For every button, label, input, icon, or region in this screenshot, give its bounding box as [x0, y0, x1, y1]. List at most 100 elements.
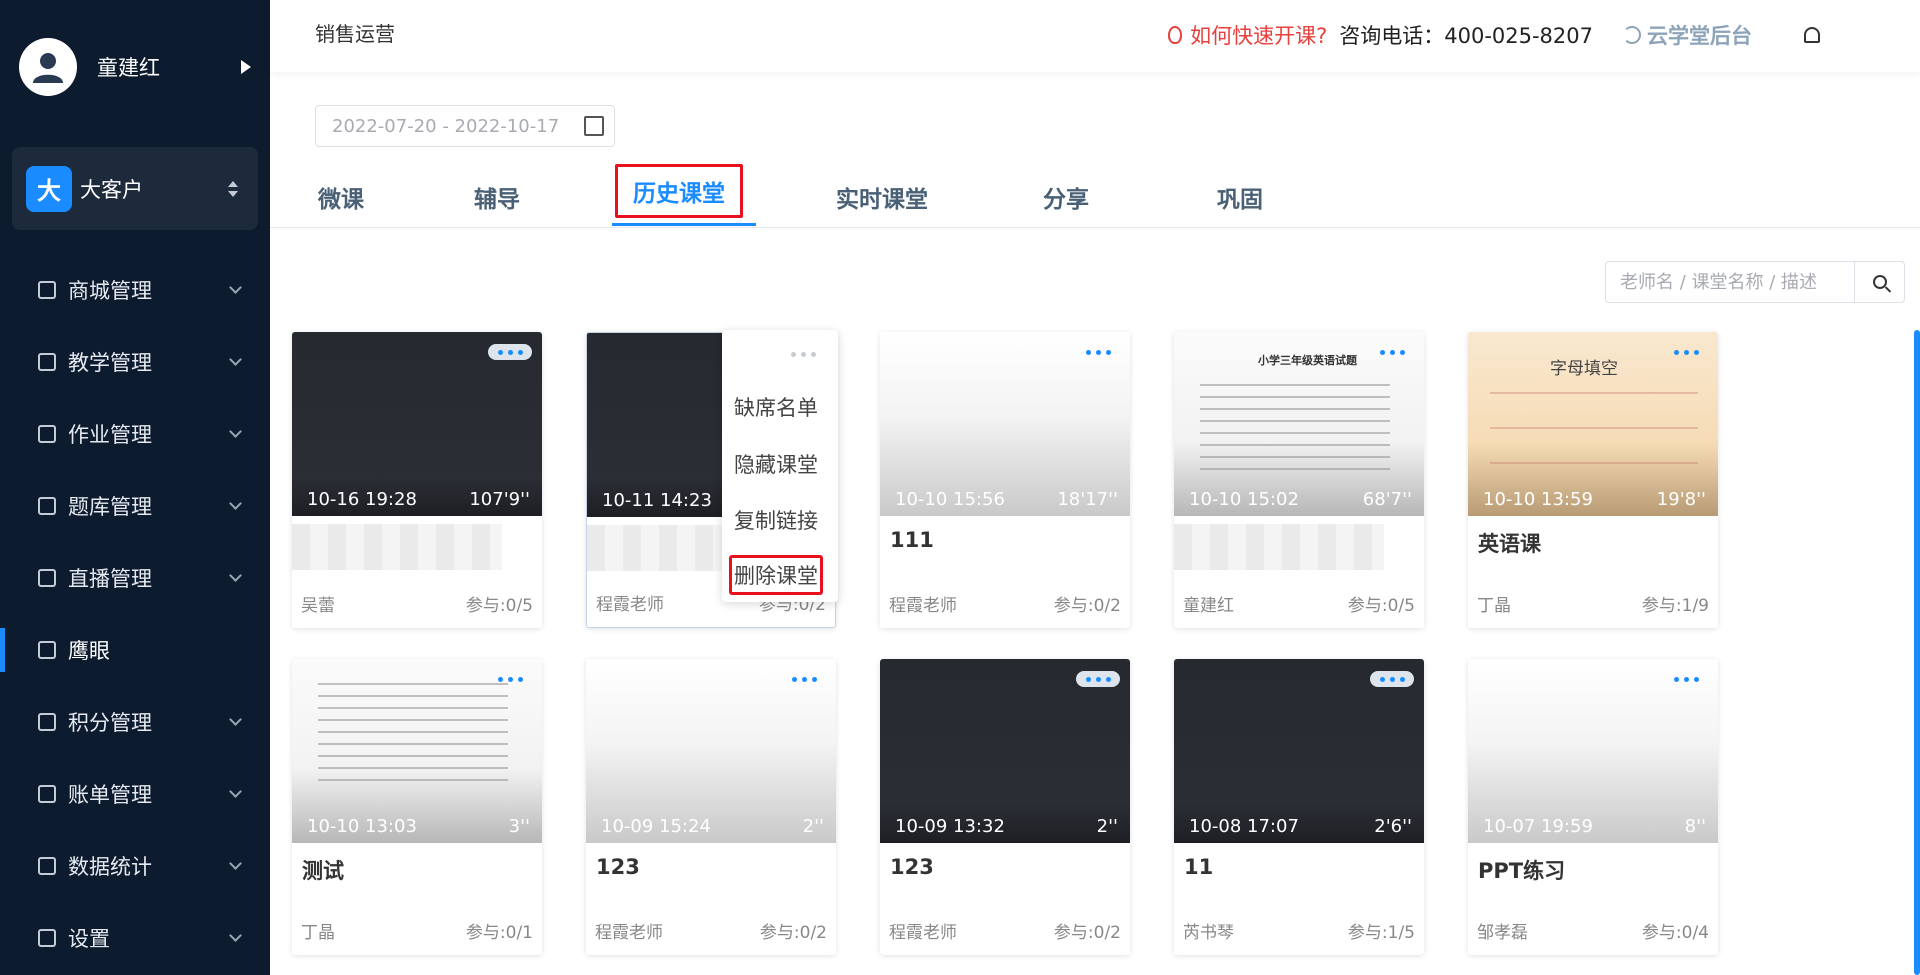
class-teacher: 邹孝磊: [1477, 923, 1528, 943]
class-teacher: 吴蕾: [301, 596, 335, 616]
class-thumbnail: 10-09 13:32 2'': [880, 659, 1130, 843]
class-card[interactable]: 10-16 19:28 107'9'' 吴蕾 参与:0/5: [292, 332, 542, 628]
sidebar-item-settings[interactable]: 设置: [0, 902, 270, 974]
quick-start-link[interactable]: 如何快速开课?: [1168, 20, 1327, 50]
settings-icon: [38, 929, 56, 947]
class-thumbnail: 10-10 13:03 3'': [292, 659, 542, 843]
class-thumbnail: 10-09 15:24 2'': [586, 659, 836, 843]
class-card[interactable]: 10-09 15:24 2'' 123 程霞老师 参与:0/2: [586, 659, 836, 955]
class-card[interactable]: 10-08 17:07 2'6'' 11 芮书琴 参与:1/5: [1174, 659, 1424, 955]
class-participants: 参与:0/2: [1053, 923, 1121, 943]
class-participants: 参与:0/4: [1641, 923, 1709, 943]
menu-item-hide-class[interactable]: 隐藏课堂: [734, 449, 818, 479]
sort-updown-icon: [228, 180, 238, 197]
tab-bar: 微课 辅导 历史课堂 实时课堂 分享 巩固: [270, 164, 1920, 228]
tab-micro-lesson[interactable]: 微课: [300, 176, 382, 218]
kids-heading: 字母填空: [1550, 359, 1618, 379]
class-card[interactable]: 10-10 13:03 3'' 测试 丁晶 参与:0/1: [292, 659, 542, 955]
search-input[interactable]: [1620, 271, 1850, 293]
class-duration: 2'': [1096, 816, 1118, 837]
class-card[interactable]: 10-09 13:32 2'' 123 程霞老师 参与:0/2: [880, 659, 1130, 955]
more-options-button[interactable]: [1370, 671, 1414, 687]
class-thumbnail: 字母填空 10-10 13:59 19'8'': [1468, 332, 1718, 516]
bill-icon: [38, 785, 56, 803]
tab-history-class[interactable]: 历史课堂: [615, 164, 743, 218]
chevron-down-icon: [229, 424, 242, 438]
sidebar-item-label: 鹰眼: [68, 639, 110, 663]
class-participants: 参与:0/1: [465, 923, 533, 943]
more-options-button[interactable]: [1076, 344, 1120, 360]
class-card[interactable]: 10-10 15:56 18'17'' 111 程霞老师 参与:0/2: [880, 332, 1130, 628]
class-card[interactable]: 10-07 19:59 8'' PPT练习 邹孝磊 参与:0/4: [1468, 659, 1718, 955]
class-date: 10-16 19:28: [307, 489, 417, 510]
class-title: 123: [596, 855, 640, 879]
class-duration: 2'6'': [1374, 816, 1412, 837]
chevron-down-icon: [229, 352, 242, 366]
more-options-button[interactable]: [1664, 671, 1708, 687]
more-options-button[interactable]: [1076, 671, 1120, 687]
menu-item-absent-list[interactable]: 缺席名单: [734, 392, 818, 422]
page-title: 销售运营: [315, 22, 395, 46]
class-teacher: 丁晶: [1477, 596, 1511, 616]
sidebar-item-statistics[interactable]: 数据统计: [0, 830, 270, 902]
tab-tutoring[interactable]: 辅导: [456, 176, 538, 218]
sidebar-item-label: 教学管理: [68, 351, 152, 375]
class-date: 10-09 13:32: [895, 816, 1005, 837]
user-icon: [33, 53, 63, 83]
sidebar-item-question-bank[interactable]: 题库管理: [0, 470, 270, 542]
class-options-menu: 缺席名单 隐藏课堂 复制链接 删除课堂: [722, 330, 838, 602]
more-options-icon[interactable]: [791, 352, 816, 357]
class-thumbnail: 10-07 19:59 8'': [1468, 659, 1718, 843]
user-profile[interactable]: 童建红: [19, 38, 259, 96]
class-card[interactable]: 小学三年级英语试题 10-10 15:02 68'7'' 童建红 参与:0/5: [1174, 332, 1424, 628]
top-header: 销售运营 如何快速开课? 咨询电话：400-025-8207 云学堂后台: [270, 0, 1920, 72]
class-thumbnail: 10-08 17:07 2'6'': [1174, 659, 1424, 843]
class-duration: 18'17'': [1057, 489, 1118, 510]
class-duration: 68'7'': [1362, 489, 1412, 510]
star-icon: [38, 713, 56, 731]
more-options-button[interactable]: [488, 344, 532, 360]
sidebar-item-points[interactable]: 积分管理: [0, 686, 270, 758]
sidebar-item-label: 题库管理: [68, 495, 152, 519]
sidebar-item-bills[interactable]: 账单管理: [0, 758, 270, 830]
bell-icon[interactable]: [1804, 27, 1820, 43]
sidebar-item-teaching[interactable]: 教学管理: [0, 326, 270, 398]
backend-link[interactable]: 云学堂后台: [1623, 20, 1752, 50]
scrollbar[interactable]: [1914, 330, 1920, 975]
quick-start-label: 如何快速开课?: [1190, 24, 1328, 48]
class-date: 10-10 13:59: [1483, 489, 1593, 510]
class-date: 10-09 15:24: [601, 816, 711, 837]
class-duration: 107'9'': [469, 489, 530, 510]
more-options-button[interactable]: [1664, 344, 1708, 360]
more-options-button[interactable]: [782, 671, 826, 687]
menu-item-copy-link[interactable]: 复制链接: [734, 505, 818, 535]
chevron-down-icon: [229, 856, 242, 870]
chevron-down-icon: [229, 568, 242, 582]
class-participants: 参与:0/2: [759, 923, 827, 943]
class-teacher: 程霞老师: [596, 595, 664, 615]
class-teacher: 程霞老师: [595, 923, 663, 943]
tab-live-class[interactable]: 实时课堂: [818, 176, 946, 218]
sidebar-item-homework[interactable]: 作业管理: [0, 398, 270, 470]
tab-review[interactable]: 巩固: [1199, 176, 1281, 218]
more-options-button[interactable]: [488, 671, 532, 687]
org-switcher[interactable]: 大 大客户: [12, 147, 258, 230]
chevron-down-icon: [229, 928, 242, 942]
caret-right-icon[interactable]: [241, 60, 251, 74]
date-range-picker[interactable]: 2022-07-20 - 2022-10-17: [315, 105, 615, 147]
class-date: 10-10 13:03: [307, 816, 417, 837]
menu-item-delete-class[interactable]: 删除课堂: [729, 555, 823, 595]
search-icon: [1872, 275, 1887, 289]
sidebar-item-shop[interactable]: 商城管理: [0, 254, 270, 326]
sidebar-item-live[interactable]: 直播管理: [0, 542, 270, 614]
more-options-button[interactable]: [1370, 344, 1414, 360]
sidebar-item-eagle-eye[interactable]: 鹰眼: [0, 614, 270, 686]
hotline-text: 咨询电话：400-025-8207: [1339, 24, 1593, 48]
live-icon: [38, 569, 56, 587]
class-teacher: 程霞老师: [889, 923, 957, 943]
question-bank-icon: [38, 497, 56, 515]
chart-icon: [38, 857, 56, 875]
search-button[interactable]: [1854, 262, 1904, 302]
tab-share[interactable]: 分享: [1025, 176, 1107, 218]
class-card[interactable]: 字母填空 10-10 13:59 19'8'' 英语课 丁晶 参与:1/9: [1468, 332, 1718, 628]
